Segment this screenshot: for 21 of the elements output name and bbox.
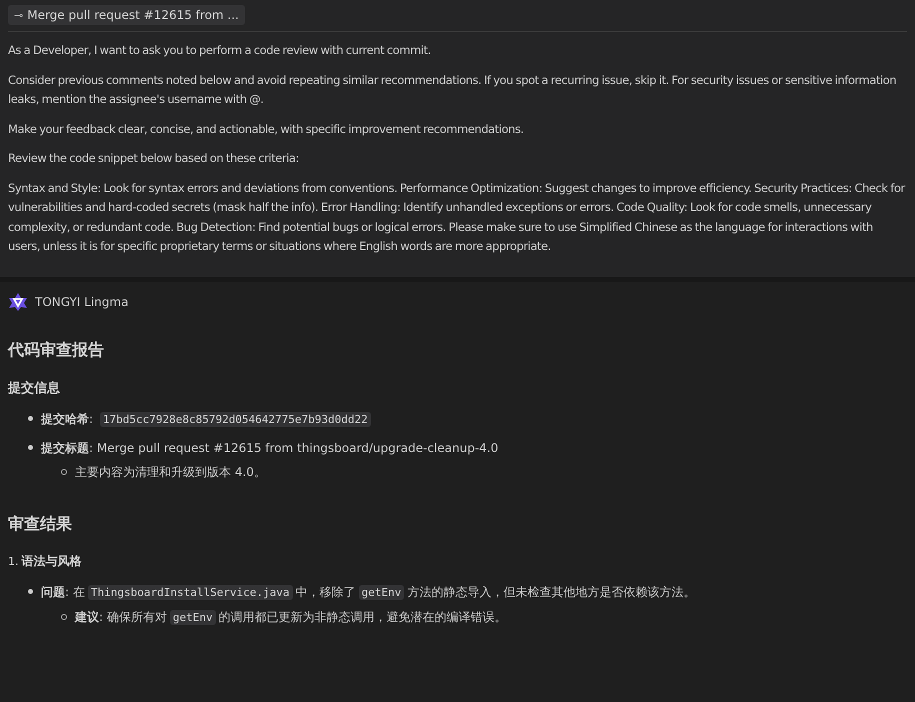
bullet-icon (61, 468, 67, 474)
bullet-icon (28, 444, 33, 450)
section-heading: 代码审查报告 (8, 340, 105, 360)
list-item-text: 问题: 在 ThingsboardInstallService.java 中，移除了 getEnv 方法的静态导入，但未检查其他地方是否依赖该方法。 (41, 584, 696, 602)
prompt-paragraph: As a Developer, I want to ask you to perform a code review with current commit. (8, 42, 432, 59)
prompt-paragraph: Consider previous comments noted below and avoid repeating similar recommendations. If you spot a recurring issue, skip it. For security issues or sensitive information leaks, mention the assignee's username with @. (8, 72, 898, 108)
author-name: TONGYI Lingma (35, 294, 128, 308)
list-item-text: 主要内容为清理和升级到版本 4.0。 (75, 464, 266, 480)
prompt-paragraph: Syntax and Style: Look for syntax errors and deviations from conventions. Performance Optimization: Suggest changes to improve efficiency. Security Practices: Check for vulnerabilities and hard-coded secrets (mask half the info). Error Handling: Identify unhandled exceptions or errors. Code Quality: Look for code smells, unnecessary complexity, or redundant code. Bug Detection: Find potential bugs or logical errors. Please make sure to use Simplified Chinese as the language for interactions with users, unless it is for specific proprietary terms or situations where English words are more appropriate. (8, 180, 906, 255)
star-logo-icon (8, 292, 28, 312)
subsection-heading: 提交信息 (8, 380, 61, 396)
list-item-text: 提交标题: Merge pull request #12615 from thingsboard/upgrade-cleanup-4.0 (41, 440, 498, 456)
commit-chip[interactable]: ⊸ Merge pull request #12615 from ... (8, 5, 245, 25)
prompt-paragraph: Make your feedback clear, concise, and actionable, with specific improvement recommendations. (8, 120, 525, 138)
list-item-text: 建议: 确保所有对 getEnv 的调用都已更新为非静态调用，避免潜在的编译错误。 (75, 608, 507, 626)
bullet-icon (28, 416, 33, 420)
bullet-icon (61, 614, 67, 620)
section-heading: 审查结果 (8, 514, 73, 534)
bullet-icon (28, 588, 33, 594)
numbered-heading: 1. 语法与风格 (8, 552, 82, 570)
prompt-paragraph: Review the code snippet below based on these criteria: (8, 150, 300, 167)
